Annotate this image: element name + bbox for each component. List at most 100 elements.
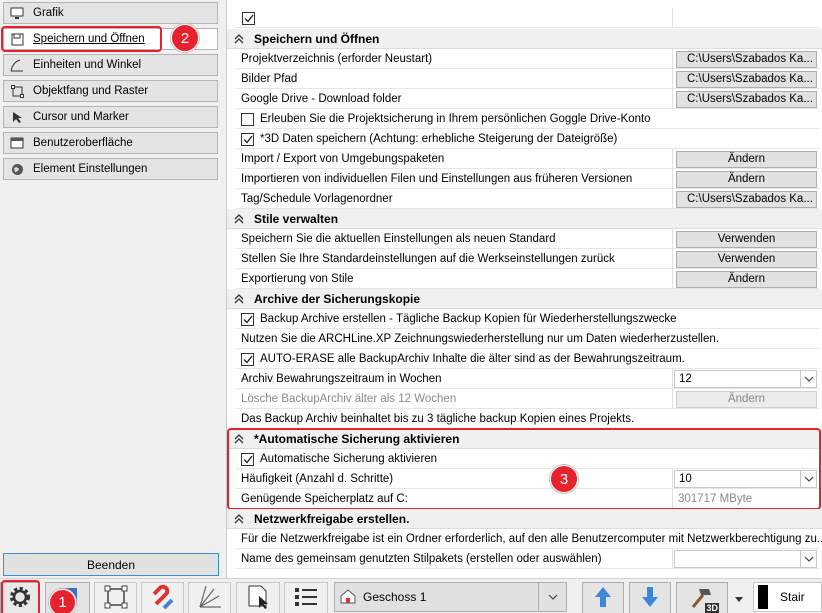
sidebar-item-label: Cursor und Marker [33, 111, 129, 123]
stair-indicator[interactable]: Stair [753, 582, 822, 612]
export-styles-button[interactable]: Ändern [676, 270, 817, 288]
row-archive-create: Backup Archive erstellen - Tägliche Back… [236, 309, 819, 329]
floor-down-button[interactable] [629, 582, 671, 613]
list-view-button[interactable] [284, 582, 328, 613]
gdrive-path-button[interactable]: C:\Users\Szabados Ka... [676, 90, 817, 108]
settings-window: Grafik Speichern und Öffnen Einheiten un… [0, 0, 822, 613]
section-title: Speichern und Öffnen [254, 31, 380, 46]
3d-label: 3D [705, 603, 719, 613]
delete-old-button[interactable]: Ändern [676, 390, 817, 408]
row-label: *3D Daten speichern (Achtung: erhebliche… [260, 133, 618, 145]
top-row [236, 8, 819, 28]
sidebar-item-grafik[interactable]: Grafik [3, 2, 218, 24]
snap-frame-icon [103, 584, 129, 613]
row-label: Backup Archive erstellen - Tägliche Back… [260, 313, 677, 325]
row-frequency: Häufigkeit (Anzahl d. Schritte) 10 [236, 469, 819, 489]
collapse-chevron-icon[interactable] [233, 433, 245, 444]
row-label: Nutzen Sie die ARCHLine.XP Zeichnungswie… [241, 333, 719, 345]
sidebar-item-objektfang[interactable]: Objektfang und Raster [3, 80, 218, 102]
row-label: Import / Export von Umgebungspaketen [241, 153, 445, 165]
sidebar-item-label: Benutzeroberfläche [33, 137, 133, 149]
row-gdrive-allow: Erleuben Sie die Projektsicherung in Ihr… [236, 109, 819, 129]
row-label: Erleuben Sie die Projektsicherung in Ihr… [260, 113, 651, 125]
chevron-down-icon[interactable] [800, 371, 816, 387]
floor-up-button[interactable] [582, 582, 624, 613]
sidebar-item-einheiten[interactable]: Einheiten und Winkel [3, 54, 218, 76]
ui-icon [10, 136, 24, 150]
collapse-chevron-icon[interactable] [233, 293, 245, 304]
select-document-button[interactable] [236, 582, 280, 613]
section-archive[interactable]: Archive der Sicherungskopie [227, 289, 822, 309]
row-archive-note: Das Backup Archiv beinhaltet bis zu 3 tä… [236, 409, 819, 429]
gear-icon [7, 584, 33, 613]
row-label: Stellen Sie Ihre Standardeinstellungen a… [241, 253, 615, 265]
section-title: Netzwerkfreigabe erstellen. [254, 511, 410, 526]
monitor-icon [10, 6, 24, 20]
tag-schedule-button[interactable]: C:\Users\Szabados Ka... [676, 190, 817, 208]
project-dir-button[interactable]: C:\Users\Szabados Ka... [676, 50, 817, 68]
save3d-checkbox[interactable] [241, 132, 254, 146]
row-label: Archiv Bewahrungszeitraum in Wochen [241, 373, 442, 385]
annotation-badge-2: 2 [171, 24, 199, 52]
autosave-enable-checkbox[interactable] [241, 452, 254, 466]
section-title: Stile verwalten [254, 211, 339, 226]
collapse-chevron-icon[interactable] [233, 33, 245, 44]
hammer-3d-icon: 3D [689, 585, 719, 613]
collapse-chevron-icon[interactable] [233, 213, 245, 224]
row-export-styles: Exportierung von Stile Ändern [236, 269, 819, 289]
3d-dropdown-button[interactable] [729, 582, 749, 613]
network-package-select[interactable] [674, 550, 817, 568]
angle-rays-icon [197, 584, 223, 613]
chevron-down-icon[interactable] [538, 583, 566, 611]
magnet-icon [150, 584, 176, 613]
stair-label: Stair [780, 590, 805, 604]
import-export-button[interactable]: Ändern [676, 150, 817, 168]
row-project-dir: Projektverzeichnis (erforder Neustart) C… [236, 49, 819, 69]
section-autosave[interactable]: *Automatische Sicherung aktivieren [227, 429, 822, 449]
section-title: *Automatische Sicherung aktivieren [254, 431, 460, 446]
caret-down-icon [735, 591, 743, 605]
row-images-path: Bilder Pfad C:\Users\Szabados Ka... [236, 69, 819, 89]
row-import-export: Import / Export von Umgebungspaketen Änd… [236, 149, 819, 169]
row-label: Name des gemeinsam genutzten Stilpakets … [241, 553, 602, 565]
3d-tool-button[interactable]: 3D [676, 582, 728, 613]
section-network[interactable]: Netzwerkfreigabe erstellen. [227, 509, 822, 529]
close-button[interactable]: Beenden [3, 553, 219, 576]
floor-select[interactable]: Geschoss 1 [334, 582, 567, 612]
sidebar-item-benutzeroberflaeche[interactable]: Benutzeroberfläche [3, 132, 218, 154]
row-import-old: Importieren von individuellen Filen und … [236, 169, 819, 189]
angle-snap-button[interactable] [188, 582, 231, 613]
arrow-down-icon [640, 585, 660, 612]
import-old-button[interactable]: Ändern [676, 170, 817, 188]
row-label: Für die Netzwerkfreigabe ist ein Ordner … [241, 533, 822, 545]
reset-default-button[interactable]: Verwenden [676, 250, 817, 268]
row-network-info: Für die Netzwerkfreigabe ist ein Ordner … [236, 529, 822, 549]
chevron-down-icon[interactable] [800, 551, 816, 567]
retention-select[interactable]: 12 [674, 370, 817, 388]
chevron-down-icon[interactable] [800, 471, 816, 487]
collapse-chevron-icon[interactable] [233, 513, 245, 524]
section-save[interactable]: Speichern und Öffnen [227, 29, 822, 49]
bottom-toolbar: 1 Geschoss 1 3D Stair [0, 578, 822, 613]
settings-button[interactable] [0, 582, 40, 613]
checkbox-checked[interactable] [242, 11, 255, 25]
save-default-button[interactable]: Verwenden [676, 230, 817, 248]
gdrive-allow-checkbox[interactable] [241, 112, 254, 126]
row-label: Automatische Sicherung aktivieren [260, 453, 438, 465]
frequency-select[interactable]: 10 [674, 470, 817, 488]
magnet-button[interactable] [141, 582, 184, 613]
snap-frame-button[interactable] [94, 582, 137, 613]
select-value: 12 [679, 373, 692, 385]
save-icon [10, 32, 24, 46]
snap-grid-icon [10, 84, 24, 98]
auto-erase-checkbox[interactable] [241, 352, 254, 366]
annotation-badge-3: 3 [550, 465, 578, 493]
archive-create-checkbox[interactable] [241, 312, 254, 326]
sidebar-item-element[interactable]: Element Einstellungen [3, 158, 218, 180]
row-reset-default: Stellen Sie Ihre Standardeinstellungen a… [236, 249, 819, 269]
images-path-button[interactable]: C:\Users\Szabados Ka... [676, 70, 817, 88]
document-cursor-icon [245, 584, 271, 613]
sidebar-item-cursor[interactable]: Cursor und Marker [3, 106, 218, 128]
settings-sidebar: Grafik Speichern und Öffnen Einheiten un… [0, 0, 222, 578]
section-styles[interactable]: Stile verwalten [227, 209, 822, 229]
